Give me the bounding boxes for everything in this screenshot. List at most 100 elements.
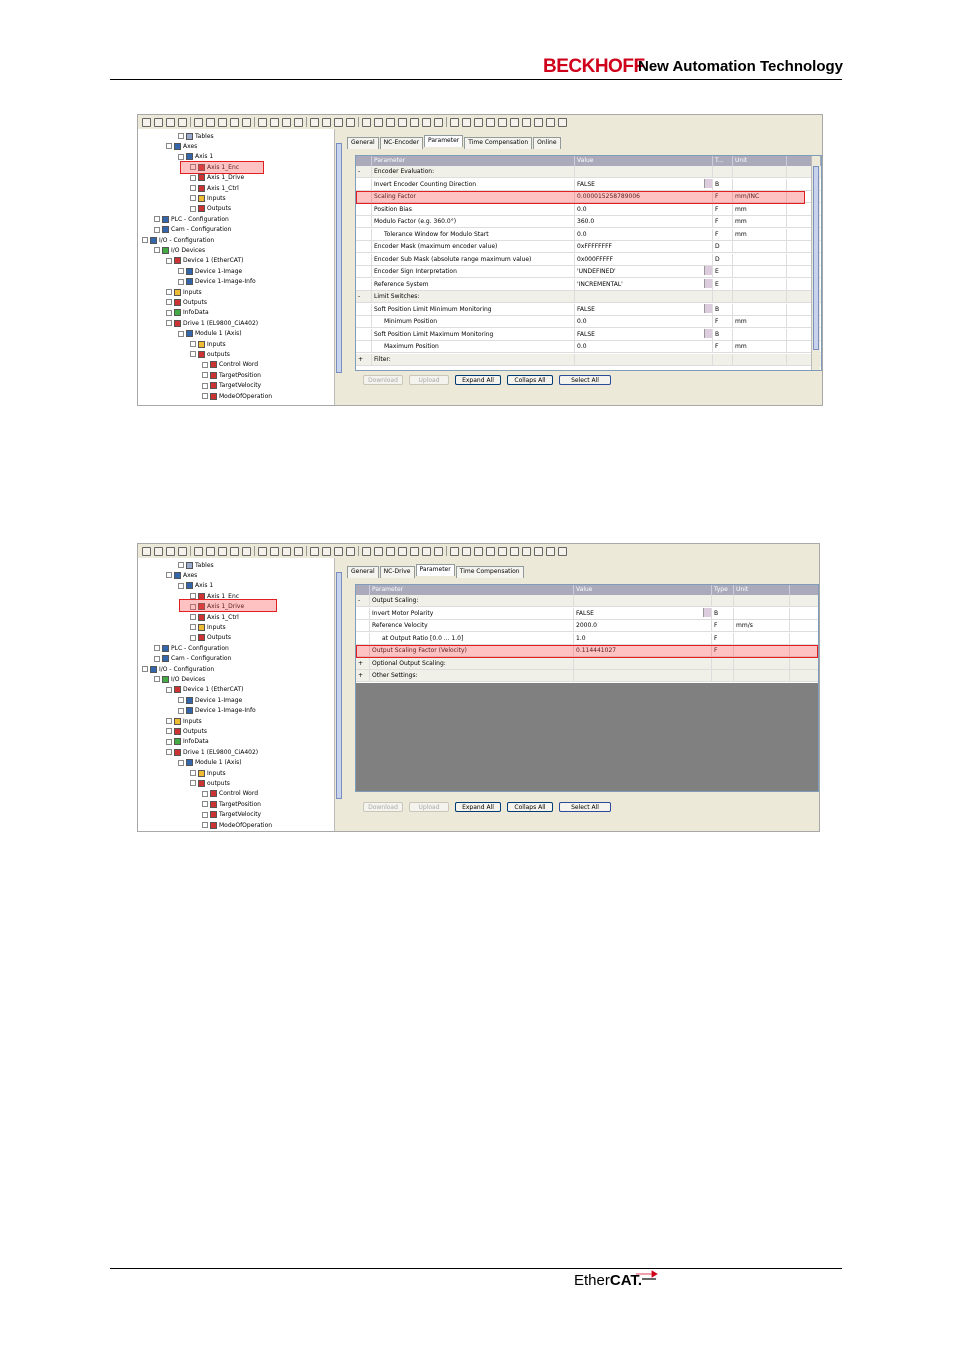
tree-item[interactable]: TargetPosition xyxy=(202,370,261,380)
toolbar-button-icon[interactable] xyxy=(310,117,319,127)
toolbar-button-icon[interactable] xyxy=(386,117,395,127)
tree-expander-icon[interactable] xyxy=(190,780,196,787)
toolbar-button-icon[interactable] xyxy=(270,546,279,556)
toolbar-button-icon[interactable] xyxy=(258,117,267,127)
tree-item[interactable]: Device 1-Image xyxy=(178,695,242,705)
tab-parameter[interactable]: Parameter xyxy=(415,564,455,576)
scrollbar-thumb[interactable] xyxy=(336,143,342,373)
toolbar-button-icon[interactable] xyxy=(486,117,495,127)
group-row[interactable]: - Output Scaling: xyxy=(356,595,818,607)
toolbar-button-icon[interactable] xyxy=(218,117,227,127)
tree-item[interactable]: ModeOfOperation xyxy=(202,391,272,401)
tree-item[interactable]: Outputs xyxy=(190,633,231,643)
toolbar-button-icon[interactable] xyxy=(178,117,187,127)
toolbar-button-icon[interactable] xyxy=(546,117,555,127)
tree-item[interactable]: Inputs xyxy=(166,716,202,726)
tab-online[interactable]: Online xyxy=(533,137,561,149)
toolbar-button-icon[interactable] xyxy=(486,546,495,556)
parameter-row[interactable]: Reference System 'INCREMENTAL' E xyxy=(356,278,821,291)
tree-item[interactable]: Outputs xyxy=(166,726,207,736)
tree-expander-icon[interactable] xyxy=(202,393,208,399)
tree-item[interactable]: Inputs xyxy=(190,768,226,778)
tree-expander-icon[interactable] xyxy=(202,372,208,379)
row-expander[interactable]: + xyxy=(356,670,370,681)
parameter-value[interactable]: 360.0 xyxy=(575,216,713,227)
parameter-row[interactable]: at Output Ratio [0.0 ... 1.0] 1.0 F xyxy=(356,632,818,645)
parameter-value[interactable] xyxy=(575,166,713,177)
toolbar-button-icon[interactable] xyxy=(510,117,519,127)
toolbar-button-icon[interactable] xyxy=(322,546,331,556)
tree-expander-icon[interactable] xyxy=(190,351,196,358)
row-expander[interactable]: - xyxy=(356,595,370,606)
toolbar-button-icon[interactable] xyxy=(242,546,251,556)
toolbar-button-icon[interactable] xyxy=(142,546,151,556)
tree-expander-icon[interactable] xyxy=(178,268,184,275)
toolbar-button-icon[interactable] xyxy=(474,546,483,556)
tree-expander-icon[interactable] xyxy=(154,676,160,683)
parameter-value[interactable] xyxy=(574,595,712,606)
toolbar-button-icon[interactable] xyxy=(142,117,151,127)
tree-item[interactable]: Axis 1_Drive xyxy=(190,173,244,183)
toolbar-button-icon[interactable] xyxy=(346,117,355,127)
tree-item[interactable]: Outputs xyxy=(166,297,207,307)
toolbar-button-icon[interactable] xyxy=(498,546,507,556)
tree-expander-icon[interactable] xyxy=(202,811,208,818)
tree-item[interactable]: Inputs xyxy=(190,193,226,203)
parameter-grid[interactable]: Parameter Value Type Unit - Output Scaling: In… xyxy=(355,584,819,792)
parameter-row[interactable]: Position Bias 0.0 Fmm xyxy=(356,203,821,216)
parameter-row[interactable]: Encoder Mask (maximum encoder value) 0xFF… xyxy=(356,241,821,253)
scrollbar-thumb[interactable] xyxy=(813,166,819,350)
tree-item[interactable]: Axes xyxy=(166,570,197,580)
parameter-row[interactable]: Maximum Position 0.0 Fmm xyxy=(356,341,821,353)
tree-expander-icon[interactable] xyxy=(166,309,172,316)
tree-expander-icon[interactable] xyxy=(178,153,184,160)
tree-item[interactable]: Device 1-Image-Info xyxy=(178,277,256,287)
parameter-row[interactable]: Modulo Factor (e.g. 360.0°) 360.0 Fmm xyxy=(356,216,821,228)
toolbar-button-icon[interactable] xyxy=(258,546,267,556)
tree-expander-icon[interactable] xyxy=(190,174,196,181)
parameter-value[interactable]: FALSE xyxy=(574,607,712,619)
parameter-value[interactable] xyxy=(575,291,713,302)
tree-item[interactable]: Axis 1_Ctrl xyxy=(190,183,239,193)
tab-time-compensation[interactable]: Time Compensation xyxy=(464,137,533,149)
select-all-button[interactable]: Select All xyxy=(559,802,611,812)
dropdown-arrow-icon[interactable] xyxy=(704,278,712,288)
tree-expander-icon[interactable] xyxy=(154,247,160,254)
tree-item[interactable]: Device 1-Image xyxy=(178,266,242,276)
parameter-value[interactable]: 1.0 xyxy=(574,632,712,644)
tree-item[interactable]: Cam - Configuration xyxy=(154,225,231,235)
tree-item[interactable]: Axis 1_Ctrl xyxy=(190,612,239,622)
toolbar-button-icon[interactable] xyxy=(282,546,291,556)
tree-expander-icon[interactable] xyxy=(190,634,196,641)
tree-expander-icon[interactable] xyxy=(166,749,172,756)
upload-button[interactable]: Upload xyxy=(409,375,449,385)
tree-item[interactable]: Tables xyxy=(178,131,214,141)
toolbar-button-icon[interactable] xyxy=(398,117,407,127)
tree-item[interactable]: I/O Devices xyxy=(154,245,205,255)
dropdown-arrow-icon[interactable] xyxy=(704,266,712,275)
tree-expander-icon[interactable] xyxy=(178,330,184,337)
parameter-value[interactable]: 0.0 xyxy=(575,341,713,352)
download-button[interactable]: Download xyxy=(363,802,403,812)
toolbar-button-icon[interactable] xyxy=(194,117,203,127)
tree-item[interactable]: Module 1 (Axis) xyxy=(178,758,242,768)
toolbar-button-icon[interactable] xyxy=(362,546,371,556)
tab-general[interactable]: General xyxy=(347,137,379,149)
group-row[interactable]: - Limit Switches: xyxy=(356,291,821,303)
toolbar-button-icon[interactable] xyxy=(450,117,459,127)
toolbar-button-icon[interactable] xyxy=(206,546,215,556)
grid-header-value[interactable]: Value xyxy=(575,156,713,166)
tree-item[interactable]: InfoData xyxy=(166,308,209,318)
parameter-row[interactable]: Encoder Sub Mask (absolute range maximum… xyxy=(356,253,821,266)
scrollbar-thumb[interactable] xyxy=(336,572,342,799)
row-expander[interactable]: + xyxy=(356,657,370,669)
toolbar-button-icon[interactable] xyxy=(282,117,291,127)
tree-item[interactable]: Control Word xyxy=(202,789,258,799)
toolbar-button-icon[interactable] xyxy=(398,546,407,556)
toolbar-button-icon[interactable] xyxy=(474,117,483,127)
parameter-row[interactable]: Minimum Position 0.0 Fmm xyxy=(356,316,821,328)
tree-expander-icon[interactable] xyxy=(190,624,196,631)
tree-expander-icon[interactable] xyxy=(190,205,196,212)
tree-item[interactable]: Drive 1 (EL9800_CiA402) xyxy=(166,747,258,757)
tree-expander-icon[interactable] xyxy=(166,289,172,295)
